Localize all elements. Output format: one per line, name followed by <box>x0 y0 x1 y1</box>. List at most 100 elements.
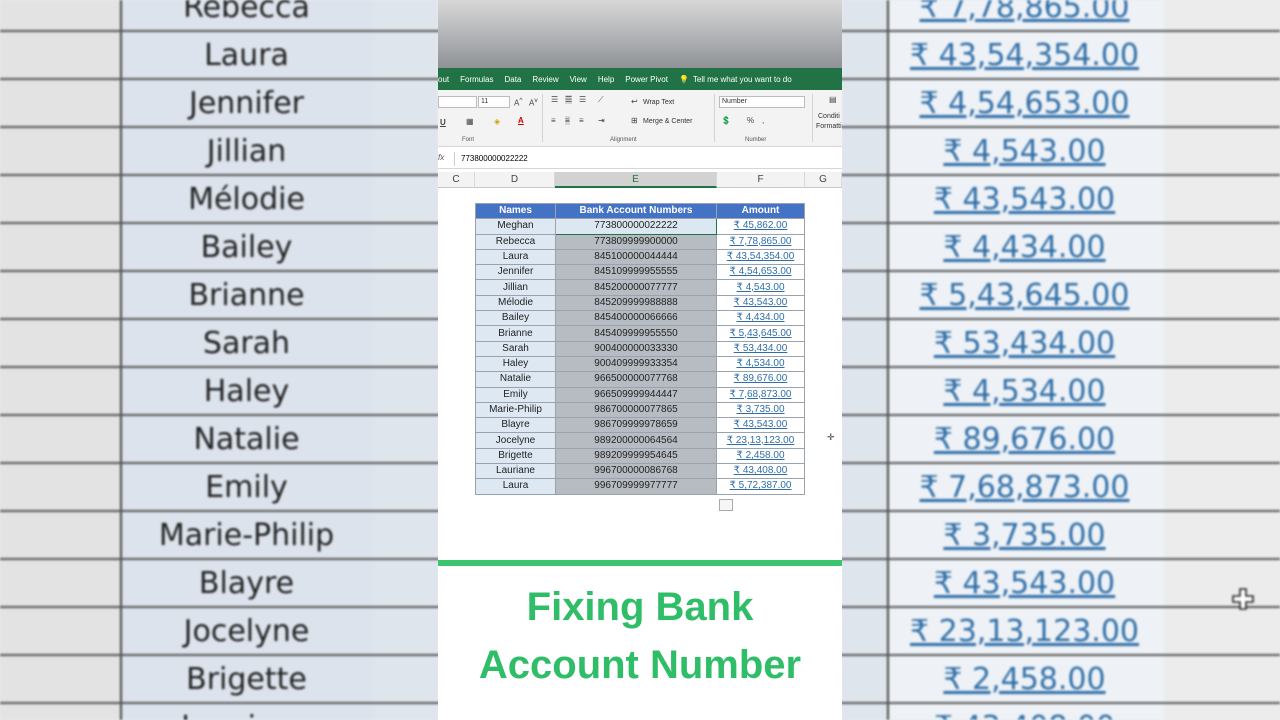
column-header-c[interactable]: C <box>438 172 475 188</box>
account-number-cell[interactable]: 845100000044444 <box>555 248 717 266</box>
amount-cell[interactable]: ₹ 45,862.00 <box>716 218 805 235</box>
name-cell[interactable]: Jocelyne <box>475 432 556 449</box>
account-number-cell[interactable]: 989209999954645 <box>555 447 717 465</box>
comma-icon[interactable]: , <box>762 116 764 125</box>
wrap-text-button[interactable]: Wrap Text <box>643 99 674 106</box>
name-cell[interactable]: Laura <box>475 248 556 266</box>
name-cell[interactable]: Haley <box>475 355 556 373</box>
currency-icon[interactable]: 💲 <box>721 116 731 125</box>
bg-name-cell: Mélodie <box>188 182 305 217</box>
amount-cell[interactable]: ₹ 4,54,653.00 <box>716 264 805 281</box>
account-number-cell[interactable]: 986700000077865 <box>555 401 717 419</box>
font-name-box[interactable] <box>438 96 477 108</box>
bg-name-cell: Jocelyne <box>183 614 310 649</box>
account-number-cell[interactable]: 900400000033330 <box>555 340 717 357</box>
tab-power-pivot[interactable]: Power Pivot <box>625 75 668 84</box>
align-middle-icon[interactable]: ☰ <box>565 95 573 104</box>
account-number-cell[interactable]: 845200000077777 <box>555 279 717 296</box>
align-right-icon[interactable]: ≡ <box>579 116 584 125</box>
name-cell[interactable]: Marie-Philip <box>475 401 556 419</box>
orientation-icon[interactable]: ⟋ <box>598 95 604 105</box>
account-number-cell[interactable]: 996709999977777 <box>555 478 717 495</box>
decrease-font-icon[interactable]: Av <box>529 97 538 108</box>
indent-icon[interactable]: ⇥ <box>598 116 605 125</box>
align-top-icon[interactable]: ☰ <box>551 95 558 104</box>
amount-cell[interactable]: ₹ 4,534.00 <box>716 355 805 373</box>
amount-cell[interactable]: ₹ 43,543.00 <box>716 294 805 312</box>
increase-font-icon[interactable]: A^ <box>514 97 522 108</box>
header-names[interactable]: Names <box>475 202 556 220</box>
conditional-formatting-label[interactable]: Conditi <box>818 113 840 120</box>
number-format-select[interactable]: Number <box>719 96 805 108</box>
name-cell[interactable]: Mélodie <box>475 294 556 312</box>
account-number-cell[interactable]: 845400000066666 <box>555 310 717 327</box>
name-cell[interactable]: Lauriane <box>475 463 556 480</box>
name-cell[interactable]: Blayre <box>475 417 556 434</box>
amount-cell[interactable]: ₹ 7,78,865.00 <box>716 233 805 250</box>
amount-cell[interactable]: ₹ 43,543.00 <box>716 417 805 434</box>
percent-icon[interactable]: % <box>747 116 754 125</box>
font-size-box[interactable]: 11 <box>478 96 510 108</box>
name-cell[interactable]: Meghan <box>475 218 556 235</box>
amount-cell[interactable]: ₹ 3,735.00 <box>716 401 805 419</box>
name-cell[interactable]: Brigette <box>475 447 556 465</box>
quick-analysis-icon[interactable] <box>719 499 733 511</box>
align-left-icon[interactable]: ≡ <box>551 116 556 125</box>
account-number-cell[interactable]: 845409999955550 <box>555 325 717 342</box>
tell-me-search[interactable]: Tell me what you want to do <box>693 75 792 84</box>
tab-review[interactable]: Review <box>532 75 558 84</box>
header-bank-account-numbers[interactable]: Bank Account Numbers <box>555 202 717 220</box>
name-cell[interactable]: Sarah <box>475 340 556 357</box>
amount-cell[interactable]: ₹ 43,408.00 <box>716 463 805 480</box>
fill-color-icon[interactable]: ◈ <box>494 117 500 126</box>
lightbulb-icon: 💡 <box>678 74 689 84</box>
column-header-f[interactable]: F <box>717 172 805 188</box>
align-center-icon[interactable]: ≡ <box>565 116 570 125</box>
tab-help[interactable]: Help <box>598 75 614 84</box>
align-bottom-icon[interactable]: ☰ <box>579 95 586 104</box>
tab-formulas[interactable]: Formulas <box>460 75 493 84</box>
amount-cell[interactable]: ₹ 23,13,123.00 <box>716 432 805 449</box>
account-number-cell[interactable]: 773800000022222 <box>555 218 717 235</box>
account-number-cell[interactable]: 845209999988888 <box>555 294 717 312</box>
name-cell[interactable]: Jillian <box>475 279 556 296</box>
account-number-cell[interactable]: 845109999955555 <box>555 264 717 281</box>
name-cell[interactable]: Emily <box>475 386 556 403</box>
amount-cell[interactable]: ₹ 5,43,645.00 <box>716 325 805 342</box>
column-header-g[interactable]: G <box>805 172 842 188</box>
amount-cell[interactable]: ₹ 4,434.00 <box>716 310 805 327</box>
amount-cell[interactable]: ₹ 7,68,873.00 <box>716 386 805 403</box>
column-header-d[interactable]: D <box>475 172 555 188</box>
merge-center-button[interactable]: Merge & Center <box>643 118 692 125</box>
account-number-cell[interactable]: 966500000077768 <box>555 371 717 388</box>
amount-cell[interactable]: ₹ 2,458.00 <box>716 447 805 465</box>
account-number-cell[interactable]: 966509999944447 <box>555 386 717 403</box>
column-header-e[interactable]: E <box>555 172 717 188</box>
underline-icon[interactable]: U <box>440 118 446 127</box>
formula-input[interactable]: 773800000022222 <box>454 152 528 166</box>
amount-cell[interactable]: ₹ 43,54,354.00 <box>716 248 805 266</box>
name-cell[interactable]: Brianne <box>475 325 556 342</box>
name-cell[interactable]: Bailey <box>475 310 556 327</box>
tab-layout[interactable]: out <box>438 75 449 84</box>
account-number-cell[interactable]: 773809999900000 <box>555 233 717 250</box>
name-cell[interactable]: Laura <box>475 478 556 495</box>
conditional-formatting-label-2[interactable]: Formatti <box>816 123 842 130</box>
amount-cell[interactable]: ₹ 5,72,387.00 <box>716 478 805 495</box>
account-number-cell[interactable]: 986709999978659 <box>555 417 717 434</box>
amount-cell[interactable]: ₹ 53,434.00 <box>716 340 805 357</box>
tab-data[interactable]: Data <box>504 75 521 84</box>
conditional-formatting-icon[interactable]: ▤ <box>829 95 837 104</box>
border-icon[interactable]: ▦ <box>466 117 474 126</box>
account-number-cell[interactable]: 989200000064564 <box>555 432 717 449</box>
account-number-cell[interactable]: 900409999933354 <box>555 355 717 373</box>
name-cell[interactable]: Jennifer <box>475 264 556 281</box>
amount-cell[interactable]: ₹ 4,543.00 <box>716 279 805 296</box>
amount-cell[interactable]: ₹ 89,676.00 <box>716 371 805 388</box>
name-cell[interactable]: Natalie <box>475 371 556 388</box>
name-cell[interactable]: Rebecca <box>475 233 556 250</box>
font-color-icon[interactable]: A <box>518 116 524 125</box>
account-number-cell[interactable]: 996700000086768 <box>555 463 717 480</box>
tab-view[interactable]: View <box>570 75 587 84</box>
header-amount[interactable]: Amount <box>716 202 805 220</box>
